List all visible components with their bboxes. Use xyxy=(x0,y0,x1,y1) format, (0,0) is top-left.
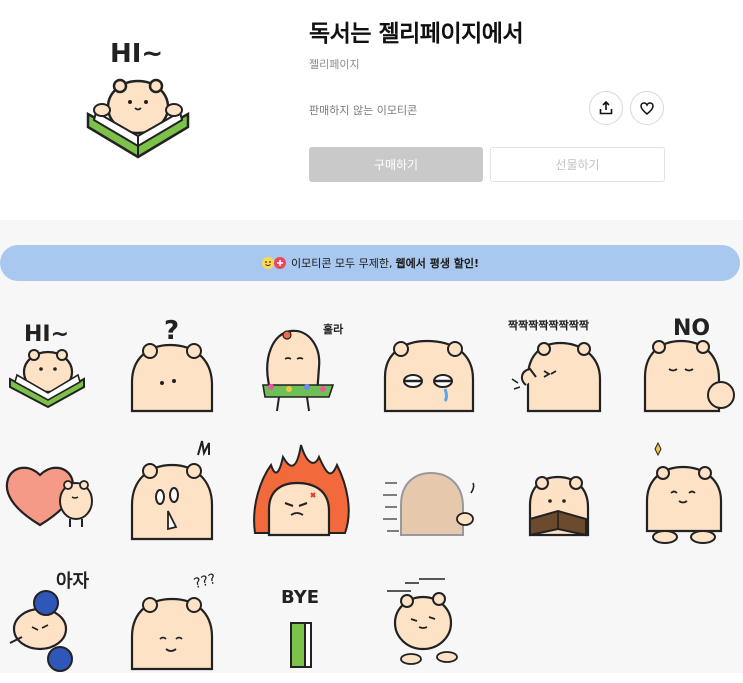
banner-icons xyxy=(261,256,287,270)
svg-text:BYE: BYE xyxy=(281,587,319,608)
product-header: HI~ 독서는 젤리페이지에서 젤리페이지 판매하지 않는 이모티콘 구매하기 … xyxy=(0,0,743,220)
emoticon-question[interactable]: ? xyxy=(120,307,240,427)
emoticon-angry-fire[interactable] xyxy=(245,435,365,555)
promo-banner[interactable]: 이모티콘 모두 무제한, 웹에서 평생 할인! xyxy=(0,245,740,281)
emoticon-no[interactable]: NO xyxy=(625,307,743,427)
svg-text:훌라: 훌라 xyxy=(323,322,344,336)
emoticon-shocked[interactable] xyxy=(120,435,240,555)
banner-text: 이모티콘 모두 무제한, xyxy=(290,257,393,270)
emoticon-happy[interactable] xyxy=(625,435,743,555)
svg-text:???: ??? xyxy=(192,571,218,592)
emoticon-ajja[interactable]: 아자 xyxy=(0,563,120,683)
emoticon-fast[interactable] xyxy=(375,435,495,555)
gift-button[interactable]: 선물하기 xyxy=(490,147,665,182)
smile-emoji-icon xyxy=(261,257,274,269)
svg-text:NO: NO xyxy=(673,316,710,341)
emoticon-running[interactable] xyxy=(375,563,495,683)
heart-icon xyxy=(640,101,654,115)
emoticon-jjak[interactable]: 짝짝짝짝짝짝짝짝 xyxy=(500,307,620,427)
emoticon-hi[interactable]: HI~ xyxy=(0,307,120,427)
thumbnail-caption: HI~ xyxy=(110,39,163,69)
buy-button[interactable]: 구매하기 xyxy=(309,147,483,182)
share-icon xyxy=(599,101,613,115)
sale-status: 판매하지 않는 이모티콘 xyxy=(309,104,418,117)
emoticon-bye[interactable]: BYE xyxy=(245,563,365,683)
share-button[interactable] xyxy=(589,91,623,125)
product-info: 독서는 젤리페이지에서 젤리페이지 xyxy=(309,18,669,72)
emoticon-thumbnail: HI~ xyxy=(86,39,190,159)
emoticon-grid: HI~ ? 훌라 짝짝짝짝짝짝짝짝 NO 아자 ??? BYE xyxy=(0,295,743,673)
banner-highlight: 웹에서 평생 할인! xyxy=(395,257,480,270)
product-author[interactable]: 젤리페이지 xyxy=(309,56,669,72)
like-button[interactable] xyxy=(630,91,664,125)
emoticon-hula[interactable]: 훌라 xyxy=(245,307,365,427)
svg-text:HI~: HI~ xyxy=(24,322,69,347)
emoticon-sleepy[interactable]: ??? xyxy=(120,563,240,683)
svg-text:짝짝짝짝짝짝짝짝: 짝짝짝짝짝짝짝짝 xyxy=(508,318,589,332)
svg-text:아자: 아자 xyxy=(56,571,90,592)
product-title: 독서는 젤리페이지에서 xyxy=(309,21,524,47)
emoticon-reading[interactable] xyxy=(500,435,620,555)
emoticon-heart[interactable] xyxy=(0,435,120,555)
svg-text:?: ? xyxy=(164,316,179,346)
emoticon-teary[interactable] xyxy=(375,307,495,427)
